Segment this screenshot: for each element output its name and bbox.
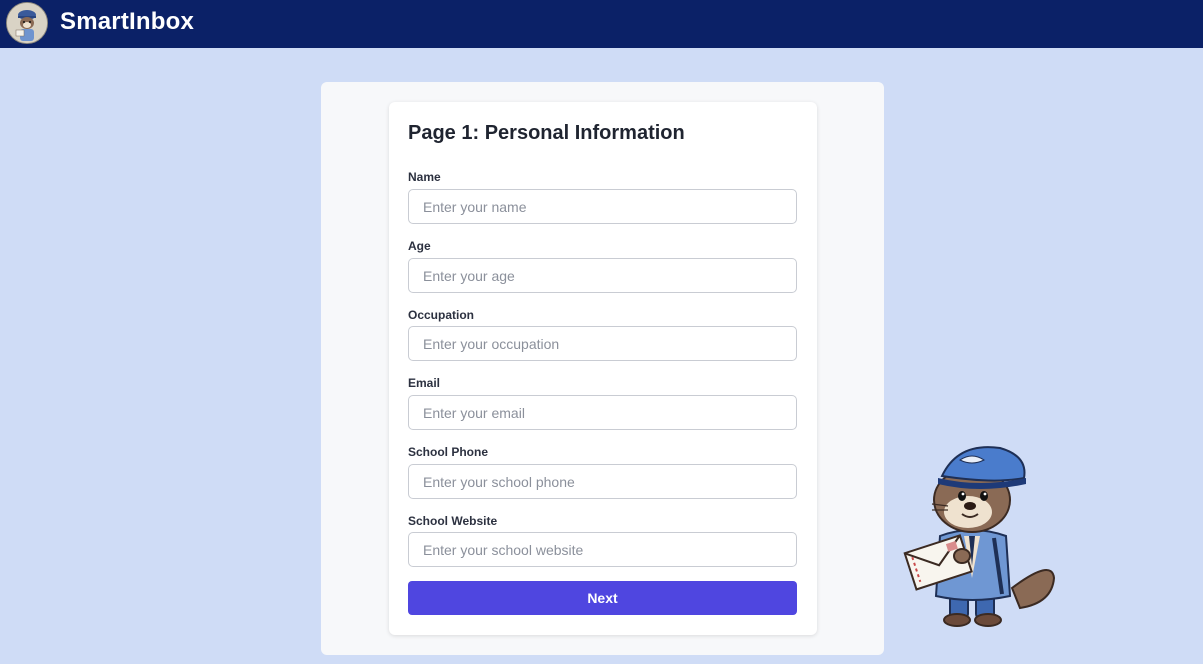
school-phone-label: School Phone (408, 445, 489, 459)
occupation-input[interactable] (408, 326, 797, 361)
app-title: SmartInbox (60, 8, 195, 35)
school-phone-input[interactable] (408, 464, 797, 499)
school-website-input[interactable] (408, 532, 797, 567)
name-input[interactable] (408, 189, 797, 224)
occupation-label: Occupation (408, 308, 475, 322)
age-input[interactable] (408, 258, 797, 293)
app-header: SmartInbox (0, 0, 1203, 48)
otter-avatar-icon[interactable] (6, 2, 48, 44)
email-input[interactable] (408, 395, 797, 430)
form-title: Page 1: Personal Information (408, 122, 685, 144)
next-button[interactable]: Next (408, 581, 797, 615)
otter-mascot-icon (902, 438, 1062, 628)
school-website-label: School Website (408, 514, 498, 528)
email-label: Email (408, 376, 441, 390)
age-label: Age (408, 239, 431, 253)
name-label: Name (408, 170, 441, 184)
